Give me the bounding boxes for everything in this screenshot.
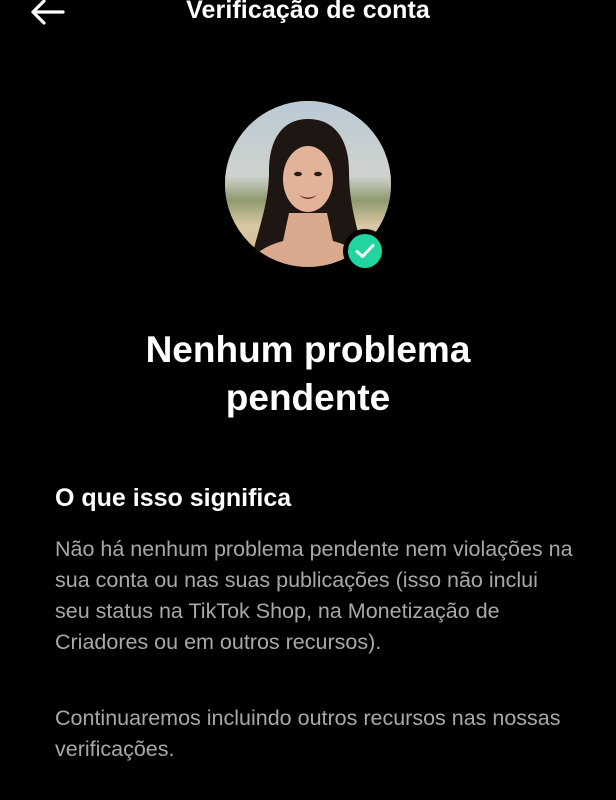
status-headline: Nenhum problema pendente: [40, 326, 576, 422]
section-title: O que isso significa: [55, 484, 292, 512]
verified-badge: [343, 229, 387, 273]
status-headline-line1: Nenhum problema: [145, 329, 471, 370]
top-bar: Verificação de conta: [0, 0, 616, 34]
info-paragraph-1: Não há nenhum problema pendente nem viol…: [55, 537, 573, 654]
page-title: Verificação de conta: [186, 0, 430, 24]
check-circle-icon: [355, 244, 375, 258]
info-paragraph-2: Continuaremos incluindo outros recursos …: [55, 706, 561, 761]
profile-avatar-container: [225, 101, 391, 273]
status-headline-line2: pendente: [225, 377, 391, 418]
